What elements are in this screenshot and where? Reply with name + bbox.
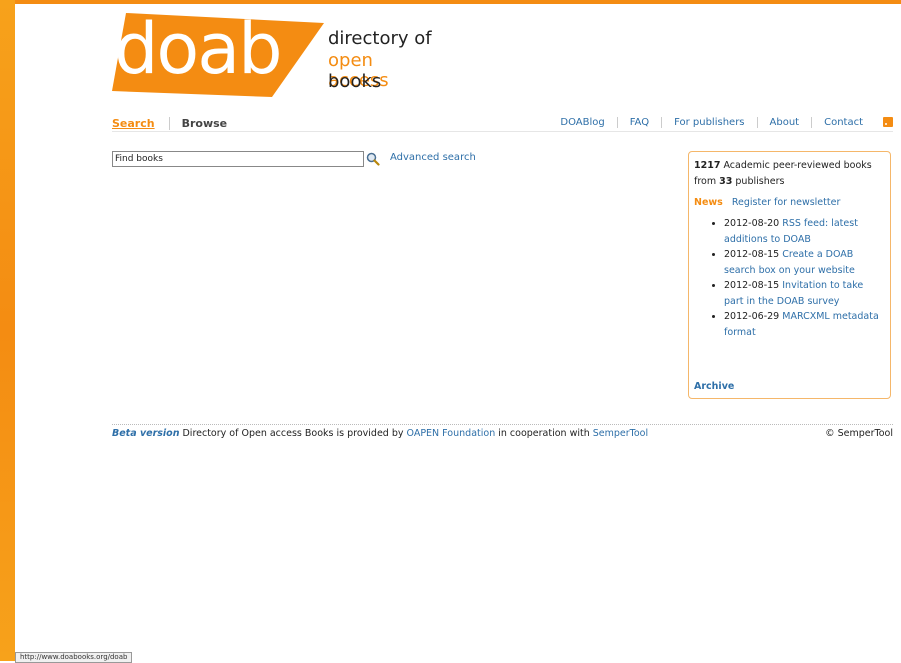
publisher-count: 33	[719, 176, 733, 187]
news-title: News	[694, 197, 723, 208]
logo-tagline-3: books	[328, 71, 382, 92]
news-item: 2012-08-15 Invitation to take part in th…	[724, 278, 885, 309]
nav-for-publishers[interactable]: For publishers	[661, 116, 756, 128]
nav-faq[interactable]: FAQ	[616, 116, 661, 128]
news-date: 2012-08-15	[724, 280, 780, 291]
browser-status-bar: http://www.doabooks.org/doab	[15, 652, 133, 663]
oapen-link[interactable]: OAPEN Foundation	[407, 428, 496, 439]
footer: Beta version Directory of Open access Bo…	[112, 428, 893, 439]
logo-word: doab	[114, 8, 283, 90]
info-panel: 1217 Academic peer-reviewed books from 3…	[688, 151, 891, 399]
news-item: 2012-08-15 Create a DOAB search box on y…	[724, 247, 885, 278]
nav-divider	[112, 131, 893, 132]
news-header: News Register for newsletter	[694, 196, 885, 210]
tab-browse[interactable]: Browse	[168, 116, 227, 130]
news-date: 2012-08-20	[724, 218, 780, 229]
archive-link[interactable]: Archive	[694, 381, 734, 392]
main-tabs: Search Browse	[112, 114, 227, 132]
stats-text: 1217 Academic peer-reviewed books from 3…	[694, 158, 885, 190]
doab-logo[interactable]: doab directory of open access books	[112, 8, 432, 99]
tab-search[interactable]: Search	[112, 117, 155, 130]
stats-from-label: from	[694, 176, 720, 187]
copyright: © SemperTool	[825, 428, 893, 439]
book-count: 1217	[694, 160, 721, 171]
news-date: 2012-08-15	[724, 249, 780, 260]
nav-doablog[interactable]: DOABlog	[548, 117, 616, 128]
news-item: 2012-08-20 RSS feed: latest additions to…	[724, 216, 885, 247]
stats-publishers-label: publishers	[732, 176, 785, 187]
footer-text-1: Directory of Open access Books is provid…	[179, 428, 407, 439]
news-list: 2012-08-20 RSS feed: latest additions to…	[694, 216, 885, 340]
advanced-search-link[interactable]: Advanced search	[390, 152, 476, 163]
news-item: 2012-06-29 MARCXML metadata format	[724, 309, 885, 340]
top-navigation: DOABlog FAQ For publishers About Contact	[548, 114, 893, 130]
stats-books-label: Academic peer-reviewed books	[720, 160, 872, 171]
left-accent-bar	[0, 0, 15, 661]
logo-tagline-1: directory of	[328, 28, 432, 49]
rss-icon[interactable]	[883, 117, 893, 127]
magnifier-icon[interactable]	[366, 152, 380, 166]
footer-divider	[112, 424, 893, 425]
sempertool-link[interactable]: SemperTool	[593, 428, 648, 439]
search-input[interactable]	[112, 151, 364, 167]
nav-contact[interactable]: Contact	[811, 116, 875, 128]
newsletter-link[interactable]: Register for newsletter	[732, 197, 841, 208]
beta-version-link[interactable]: Beta version	[112, 428, 179, 439]
footer-text-2: in cooperation with	[495, 428, 593, 439]
news-date: 2012-06-29	[724, 311, 780, 322]
nav-about[interactable]: About	[756, 116, 812, 128]
